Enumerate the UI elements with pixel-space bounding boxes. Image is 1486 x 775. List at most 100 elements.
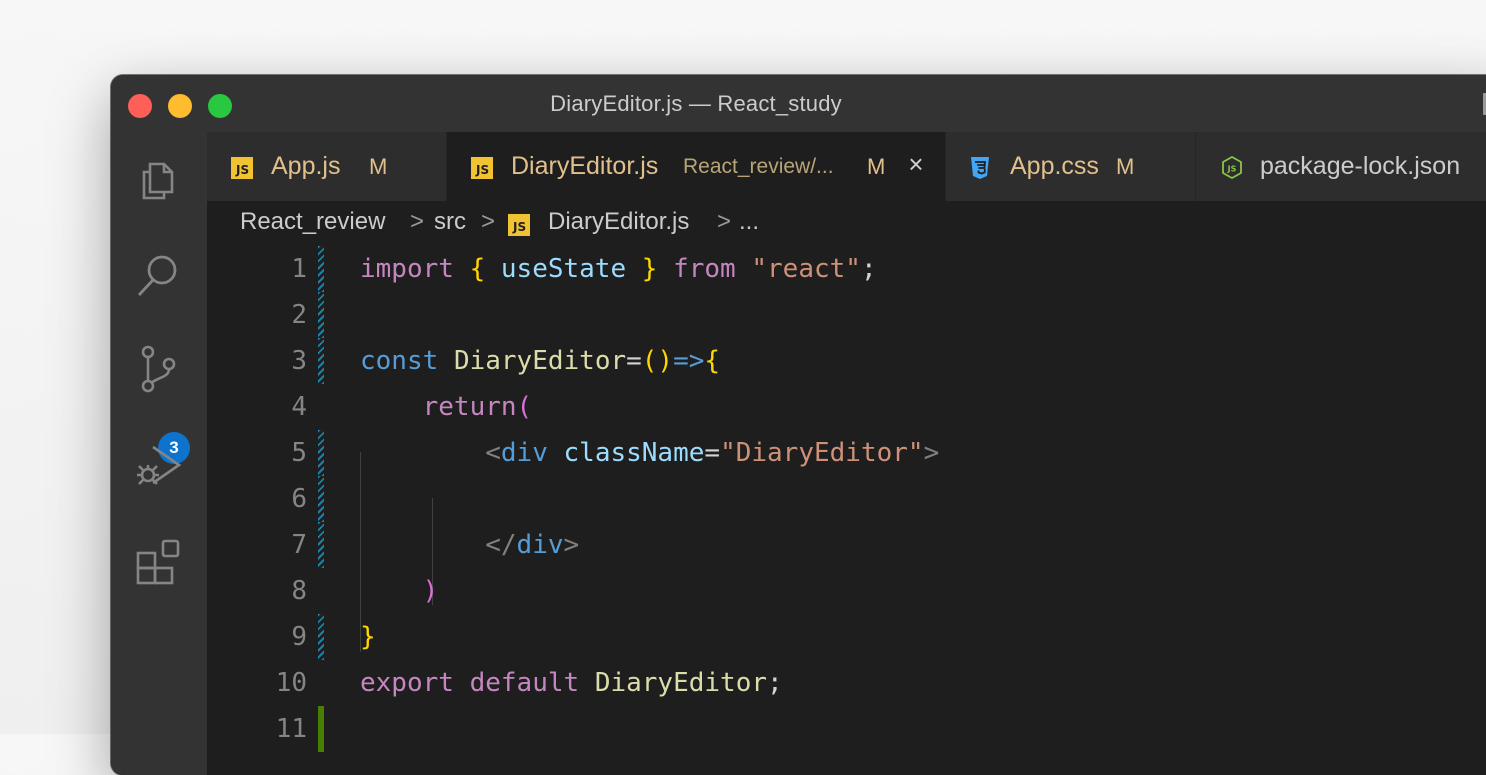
code-token: ( — [516, 392, 533, 422]
tab-label: DiaryEditor.js — [511, 152, 659, 180]
css-file-icon — [971, 157, 989, 179]
code-line[interactable]: 8 ) — [207, 568, 1486, 614]
line-number: 6 — [291, 484, 307, 514]
js-file-icon: JS — [231, 157, 253, 179]
code-token: = — [704, 438, 721, 468]
code-token: ; — [860, 254, 877, 284]
line-number: 8 — [291, 576, 307, 606]
code-token: } — [360, 622, 376, 652]
code-token: return — [422, 392, 517, 422]
tab-app-css[interactable]: App.css M — [946, 132, 1196, 201]
breadcrumb-separator: > — [481, 208, 496, 235]
close-icon[interactable]: × — [902, 150, 930, 178]
tab-description: React_review/... — [683, 155, 834, 178]
code-line[interactable]: 6 — [207, 476, 1486, 522]
breadcrumb-folder-src[interactable]: src — [434, 208, 466, 236]
gutter-modified-indicator[interactable] — [318, 292, 324, 338]
code-text: export default DiaryEditor; — [360, 660, 783, 706]
breadcrumb: React_review > src > JS DiaryEditor.js >… — [240, 208, 1486, 244]
code-line[interactable]: 2 — [207, 292, 1486, 338]
code-token: ) — [422, 576, 439, 606]
gutter-modified-indicator[interactable] — [318, 338, 324, 384]
code-line[interactable]: 4 return( — [207, 384, 1486, 430]
files-icon[interactable] — [133, 152, 185, 204]
gutter-modified-indicator[interactable] — [318, 246, 324, 292]
tab-label: package-lock.json — [1260, 152, 1461, 180]
code-token: const — [360, 346, 439, 376]
line-number: 3 — [291, 346, 307, 376]
tab-status: M — [1116, 154, 1135, 179]
breadcrumb-folder-react-review[interactable]: React_review — [240, 208, 385, 236]
line-number: 4 — [291, 392, 307, 422]
code-token: => — [673, 346, 705, 376]
gutter-modified-indicator[interactable] — [318, 522, 324, 568]
code-text: const DiaryEditor=()=>{ — [360, 338, 720, 384]
code-token: = — [626, 346, 642, 376]
breadcrumb-symbols[interactable]: ... — [739, 208, 759, 236]
window-title: DiaryEditor.js — React_study — [550, 91, 842, 116]
line-number: 1 — [291, 254, 307, 284]
code-token: "DiaryEditor" — [720, 438, 924, 468]
code-line[interactable]: 5 <div className="DiaryEditor"> — [207, 430, 1486, 476]
code-token: from — [673, 254, 736, 284]
code-token: } — [641, 254, 658, 284]
code-line[interactable]: 11 — [207, 706, 1486, 752]
code-text: ) — [360, 568, 439, 614]
code-text: import { useState } from "react"; — [360, 246, 877, 292]
code-token: div — [516, 530, 564, 560]
code-token: </ — [485, 530, 517, 560]
code-text: return( — [360, 384, 533, 430]
svg-text:JS: JS — [1227, 165, 1237, 174]
code-token: < — [485, 438, 501, 468]
code-line[interactable]: 3 const DiaryEditor=()=>{ — [207, 338, 1486, 384]
tab-label: App.js — [271, 152, 341, 180]
line-number: 10 — [275, 668, 307, 698]
code-editor[interactable]: 1 import { useState } from "react"; 2 3 cons… — [207, 244, 1486, 775]
gutter-modified-indicator[interactable] — [318, 614, 324, 660]
code-text: </div> — [360, 522, 579, 568]
code-token: import — [360, 254, 454, 284]
tab-app-js[interactable]: JS App.js M — [207, 132, 447, 201]
code-token: { — [469, 254, 486, 284]
tab-bar: JS App.js M JS DiaryEditor.js React_revi… — [207, 132, 1486, 201]
tab-status: M — [867, 154, 886, 179]
line-number: 7 — [291, 530, 307, 560]
code-token: { — [704, 346, 721, 376]
code-token: > — [563, 530, 580, 560]
line-number: 5 — [291, 438, 307, 468]
code-token: DiaryEditor — [453, 346, 627, 376]
extensions-icon[interactable] — [133, 534, 185, 586]
source-control-icon[interactable] — [133, 342, 185, 394]
title-bar: DiaryEditor.js — React_study — [111, 75, 1486, 133]
activity-bar: 3 — [111, 132, 207, 775]
code-line[interactable]: 7 </div> — [207, 522, 1486, 568]
gutter-modified-indicator[interactable] — [318, 430, 324, 476]
code-text: <div className="DiaryEditor"> — [360, 430, 939, 476]
js-file-icon: JS — [508, 214, 530, 236]
tab-diaryeditor-js[interactable]: JS DiaryEditor.js React_review/... M × — [447, 132, 946, 201]
code-line[interactable]: 10 export default DiaryEditor; — [207, 660, 1486, 706]
gutter-modified-indicator[interactable] — [318, 476, 324, 522]
code-line[interactable]: 9} — [207, 614, 1486, 660]
gutter-added-indicator[interactable] — [318, 706, 324, 752]
breadcrumb-separator: > — [410, 208, 425, 235]
code-text: } — [360, 614, 376, 660]
tab-status: M — [369, 154, 388, 179]
search-icon[interactable] — [133, 249, 185, 301]
run-debug-icon[interactable] — [133, 439, 185, 491]
code-line[interactable]: 1 import { useState } from "react"; — [207, 246, 1486, 292]
code-token: useState — [485, 254, 642, 284]
breadcrumb-file[interactable]: DiaryEditor.js — [548, 208, 689, 236]
js-file-icon: JS — [471, 157, 493, 179]
code-token: default — [469, 668, 580, 698]
vscode-window: DiaryEditor.js — React_study 3 JS App.js… — [111, 75, 1486, 775]
tab-package-lock-json[interactable]: JS package-lock.json — [1196, 132, 1486, 201]
code-token: > — [923, 438, 940, 468]
